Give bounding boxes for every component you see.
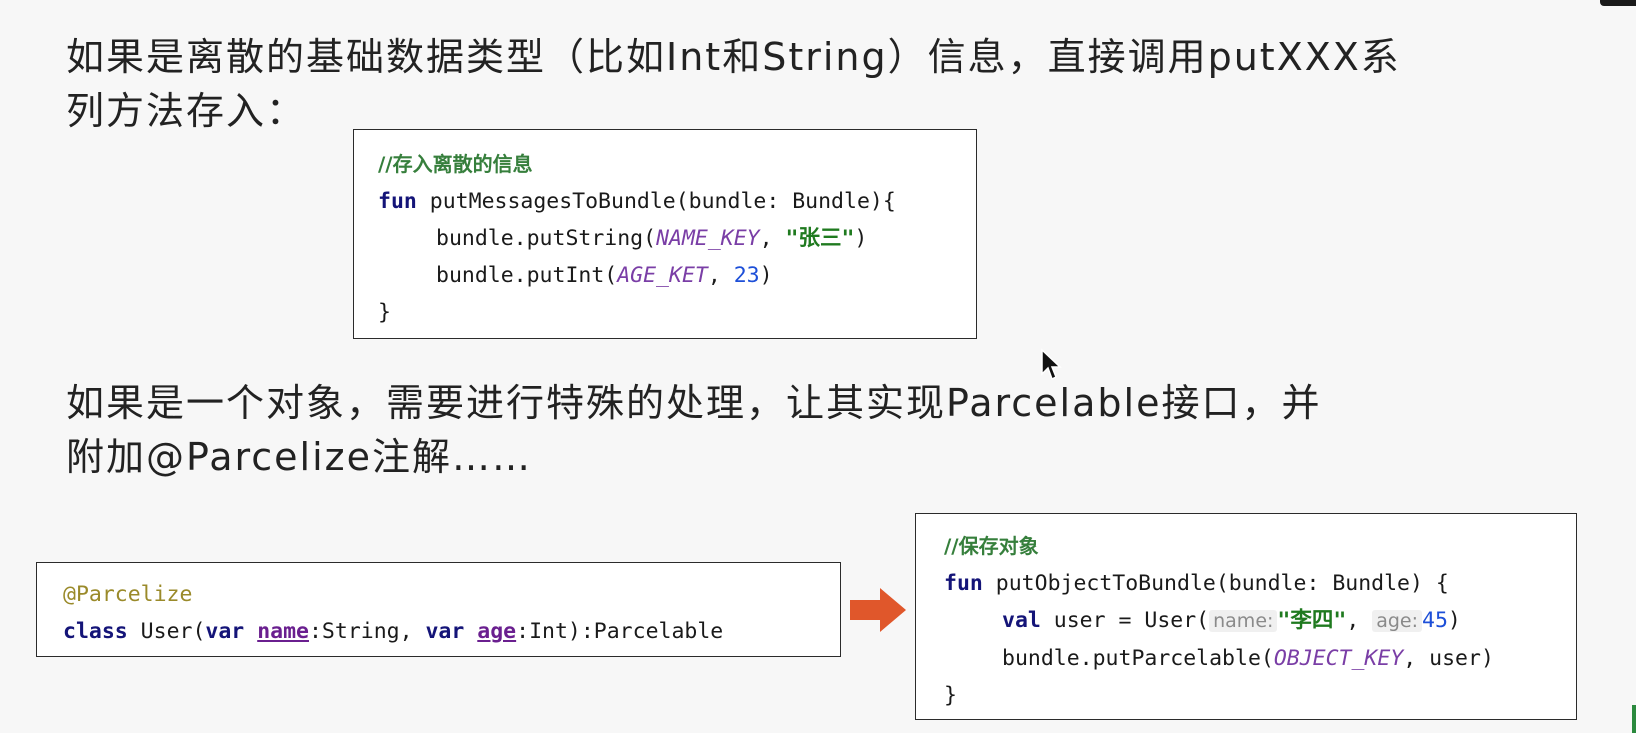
parameter-hint: name:	[1209, 610, 1278, 632]
code-text: , user)	[1403, 646, 1494, 671]
code-text: ,	[759, 226, 786, 251]
code-block-put-object: //保存对象 fun putObjectToBundle(bundle: Bun…	[915, 513, 1577, 720]
keyword: class	[63, 619, 128, 644]
constant: NAME_KEY	[656, 226, 760, 251]
code-block-user-class: @Parcelize class User(var name:String, v…	[36, 562, 841, 657]
code-line-close: }	[944, 683, 957, 708]
keyword: var	[205, 619, 245, 644]
keyword: var	[425, 619, 465, 644]
paragraph-object-parcelable: 如果是一个对象，需要进行特殊的处理，让其实现Parcelable接口，并 附加@…	[66, 376, 1406, 484]
code-block-put-messages: //存入离散的信息 fun putMessagesToBundle(bundle…	[353, 129, 977, 339]
number-literal: 45	[1422, 608, 1448, 633]
paragraph-line: 附加@Parcelize注解……	[66, 435, 532, 479]
code-line-put-parcelable: bundle.putParcelable(OBJECT_KEY, user)	[944, 640, 1576, 677]
code-text: )	[1447, 608, 1461, 633]
code-text: bundle.putString(	[436, 226, 657, 251]
code-text: putObjectToBundle(bundle: Bundle) {	[982, 571, 1449, 596]
paragraph-line: 如果是一个对象，需要进行特殊的处理，让其实现Parcelable接口，并	[66, 381, 1322, 425]
code-text: )	[759, 263, 773, 288]
number-literal: 23	[733, 263, 760, 288]
code-line-put-string: bundle.putString(NAME_KEY, "张三")	[378, 220, 976, 257]
code-text: bundle.putParcelable(	[1002, 646, 1274, 671]
code-text: putMessagesToBundle(bundle: Bundle){	[416, 189, 896, 214]
paragraph-discrete-types: 如果是离散的基础数据类型（比如Int和String）信息，直接调用putXXX系…	[66, 30, 1446, 138]
string-literal: "张三"	[785, 226, 855, 251]
property-name: age	[477, 619, 517, 644]
code-line-signature: fun putObjectToBundle(bundle: Bundle) {	[944, 565, 1576, 602]
annotation: @Parcelize	[63, 582, 193, 607]
code-text: ,	[1346, 608, 1373, 633]
code-line-val-user: val user = User(name: "李四", age: 45)	[944, 602, 1576, 640]
keyword: val	[1002, 608, 1041, 633]
constant: AGE_KET	[617, 263, 708, 288]
code-comment: //保存对象	[944, 534, 1039, 558]
code-text: ,	[707, 263, 734, 288]
code-comment: //存入离散的信息	[378, 152, 533, 176]
code-text: user = User(	[1040, 608, 1210, 633]
parameter-hint: age:	[1372, 610, 1422, 632]
code-line-class: class User(var name:String, var age:Int)…	[63, 613, 840, 650]
string-literal: "李四"	[1277, 608, 1347, 633]
code-text: :String,	[308, 619, 426, 644]
code-line-close: }	[378, 300, 391, 325]
window-corner-tab	[1600, 0, 1636, 6]
code-text: )	[854, 226, 868, 251]
keyword: fun	[378, 189, 417, 214]
code-text: :Int):Parcelable	[516, 619, 724, 644]
constant: OBJECT_KEY	[1273, 646, 1404, 671]
side-marker	[1632, 705, 1636, 733]
paragraph-line: 如果是离散的基础数据类型（比如Int和String）信息，直接调用putXXX系	[66, 35, 1401, 79]
code-text: User(	[127, 619, 206, 644]
property-name: name	[257, 619, 309, 644]
code-line-put-int: bundle.putInt(AGE_KET, 23)	[378, 257, 976, 294]
code-line-signature: fun putMessagesToBundle(bundle: Bundle){	[378, 183, 976, 220]
right-arrow-icon	[850, 588, 906, 632]
keyword: fun	[944, 571, 983, 596]
code-text: bundle.putInt(	[436, 263, 618, 288]
